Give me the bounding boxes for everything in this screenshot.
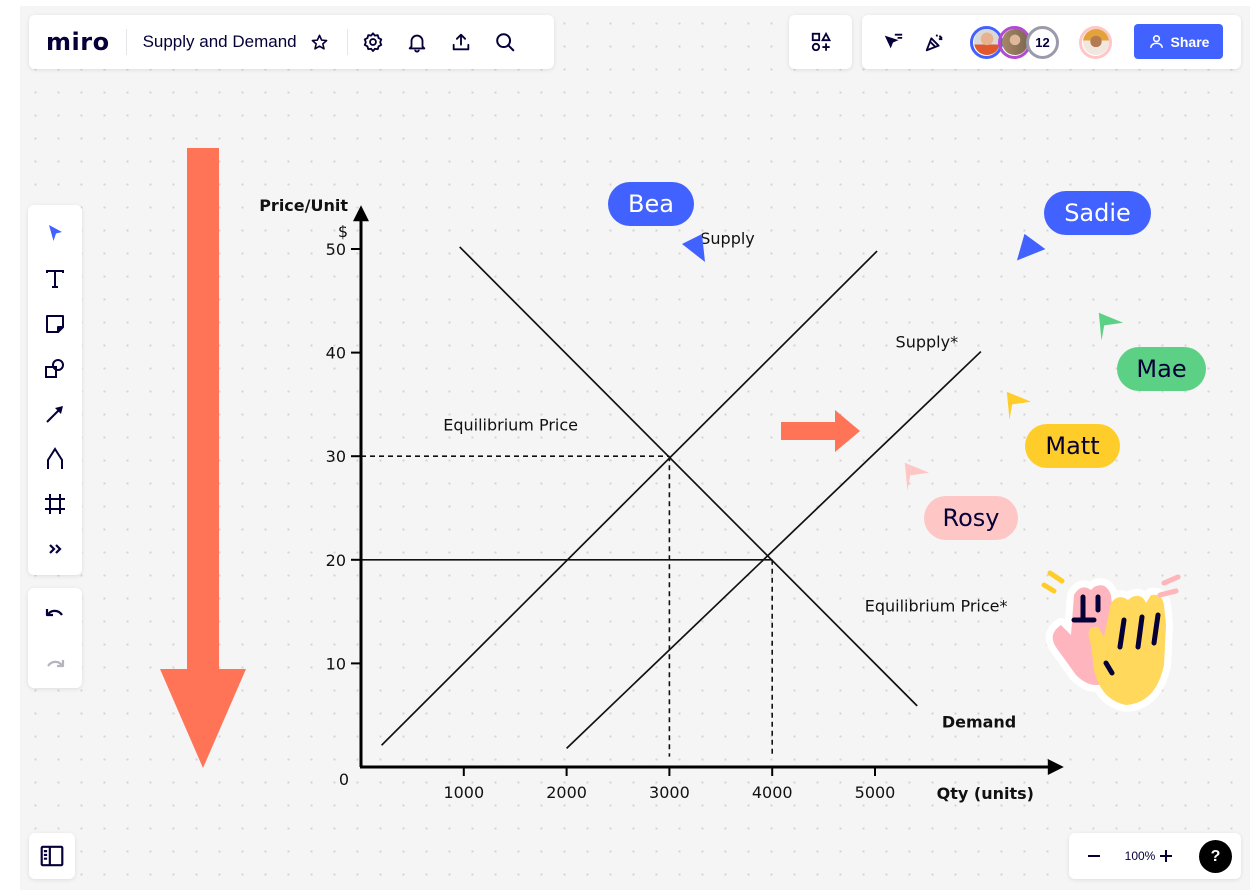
settings-icon bbox=[363, 32, 382, 52]
collaborator-cursor-sadie-icon bbox=[1016, 233, 1046, 261]
collaborator-cursor-mae-icon bbox=[1098, 312, 1124, 341]
more-collaborators-badge[interactable]: 12 bbox=[1026, 25, 1059, 59]
collaborator-label-matt: Matt bbox=[1025, 424, 1120, 468]
undo-icon bbox=[45, 608, 63, 616]
celebrate-button[interactable] bbox=[918, 25, 952, 59]
collaborator-cursor-rosy-icon bbox=[904, 462, 930, 491]
sticky-note-tool[interactable] bbox=[35, 301, 75, 346]
redo-icon bbox=[47, 659, 65, 667]
board-title[interactable]: Supply and Demand bbox=[143, 32, 297, 52]
plus-icon bbox=[1160, 850, 1172, 862]
divider bbox=[346, 29, 348, 55]
bell-icon bbox=[408, 34, 425, 53]
text-tool[interactable] bbox=[35, 256, 75, 301]
double-chevron-right-icon bbox=[49, 543, 62, 554]
cursor-filter-icon bbox=[884, 33, 903, 49]
minus-icon bbox=[1088, 855, 1100, 857]
search-icon bbox=[495, 33, 514, 52]
divider bbox=[125, 29, 127, 55]
pointer-icon bbox=[49, 224, 62, 241]
frame-tool[interactable] bbox=[35, 481, 75, 526]
user-icon bbox=[1149, 35, 1163, 48]
star-icon bbox=[311, 34, 328, 50]
notifications-button[interactable] bbox=[400, 25, 434, 59]
apps-panel bbox=[789, 15, 852, 69]
more-tools-button[interactable] bbox=[35, 526, 75, 571]
avatar-photo bbox=[1001, 29, 1028, 55]
export-button[interactable] bbox=[444, 25, 478, 59]
connector-tool[interactable] bbox=[35, 391, 75, 436]
board-header: miro Supply and Demand bbox=[29, 15, 554, 69]
cursor-visibility-button[interactable] bbox=[876, 25, 910, 59]
history-toolbar bbox=[28, 588, 82, 688]
collaborator-label-mae: Mae bbox=[1117, 347, 1206, 391]
search-button[interactable] bbox=[488, 25, 522, 59]
current-user-avatar[interactable] bbox=[1079, 25, 1112, 59]
arrow-line-icon bbox=[46, 405, 63, 423]
star-button[interactable] bbox=[303, 25, 337, 59]
collaborator-cursor-matt-icon bbox=[1006, 391, 1032, 420]
share-label: Share bbox=[1170, 33, 1210, 50]
frame-icon bbox=[45, 493, 65, 514]
high-five-sticker[interactable] bbox=[1036, 565, 1186, 715]
undo-button[interactable] bbox=[35, 590, 75, 635]
tools-toolbar bbox=[28, 205, 82, 575]
avatar-photo bbox=[973, 29, 1000, 55]
collaboration-panel: 12 Share bbox=[862, 15, 1241, 69]
shapes-plus-icon bbox=[811, 31, 831, 52]
collaborator-label-sadie: Sadie bbox=[1044, 191, 1151, 235]
sidebar-panel-icon bbox=[40, 845, 64, 867]
apps-button[interactable] bbox=[804, 25, 838, 59]
zoom-out-button[interactable] bbox=[1077, 839, 1111, 873]
help-button[interactable]: ? bbox=[1199, 840, 1232, 873]
upload-icon bbox=[452, 33, 469, 51]
collaborator-label-rosy: Rosy bbox=[924, 496, 1018, 540]
avatar-photo bbox=[1082, 29, 1109, 55]
share-button[interactable]: Share bbox=[1134, 24, 1223, 59]
text-icon bbox=[46, 269, 64, 288]
select-tool[interactable] bbox=[35, 211, 75, 256]
collaborator-label-bea: Bea bbox=[608, 182, 694, 226]
pen-icon bbox=[47, 446, 63, 469]
sticky-note-icon bbox=[46, 314, 64, 333]
board-panel-toggle[interactable] bbox=[29, 833, 75, 879]
settings-button[interactable] bbox=[356, 25, 390, 59]
redo-button[interactable] bbox=[35, 641, 75, 686]
party-popper-icon bbox=[925, 34, 943, 52]
shapes-icon bbox=[45, 358, 64, 378]
zoom-in-button[interactable] bbox=[1149, 839, 1183, 873]
shapes-tool[interactable] bbox=[35, 346, 75, 391]
pen-tool[interactable] bbox=[35, 436, 75, 481]
zoom-controls: 100% ? bbox=[1069, 833, 1241, 879]
collaborator-cursor-bea-icon bbox=[682, 234, 705, 262]
miro-logo[interactable]: miro bbox=[46, 28, 110, 56]
